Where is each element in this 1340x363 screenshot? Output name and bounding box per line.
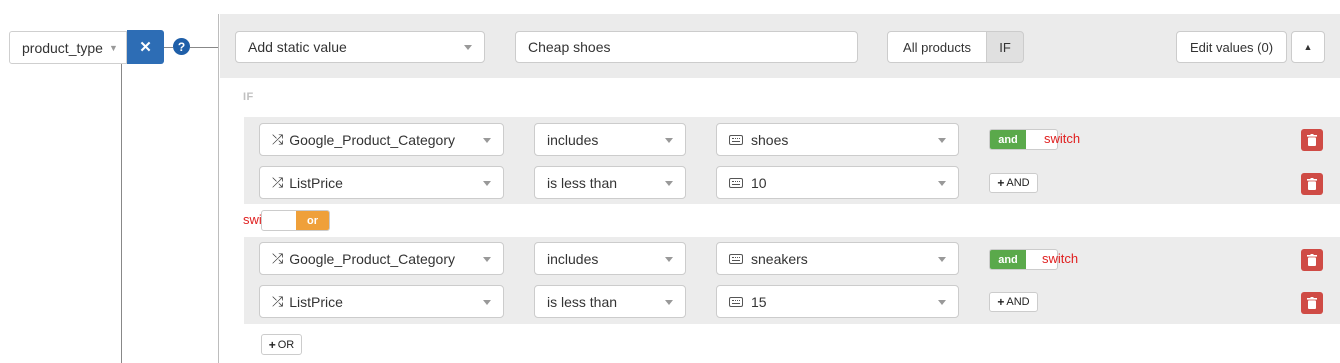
delete-condition-button[interactable]: [1301, 249, 1323, 271]
caret-down-icon: [483, 137, 491, 143]
shuffle-icon: ⤮: [272, 250, 284, 266]
condition-operator-value: includes: [547, 250, 599, 267]
caret-down-icon: [483, 256, 491, 262]
condition-value-select[interactable]: shoes: [716, 123, 959, 156]
caret-down-icon: [665, 137, 673, 143]
condition-operator-select[interactable]: includes: [534, 123, 686, 156]
shuffle-icon: ⤮: [272, 131, 284, 147]
scope-all-label: All products: [903, 39, 971, 55]
condition-value-select[interactable]: 15: [716, 285, 959, 318]
trash-icon: [1307, 297, 1317, 309]
tree-line-connector: [190, 47, 218, 48]
keyboard-icon: [729, 296, 743, 307]
condition-field-select[interactable]: ⤮ ListPrice: [259, 166, 504, 199]
rule-frame-border: [218, 14, 219, 363]
condition-operator-select[interactable]: is less than: [534, 285, 686, 318]
scope-if-button[interactable]: IF: [986, 31, 1024, 63]
caret-down-icon: [665, 256, 673, 262]
caret-down-icon: [483, 180, 491, 186]
plus-icon: +: [268, 337, 276, 352]
tree-line-vertical: [121, 64, 122, 363]
conditions-title: IF: [243, 91, 254, 103]
condition-value-select[interactable]: sneakers: [716, 242, 959, 275]
condition-field-value: ListPrice: [289, 293, 343, 310]
condition-field-value: Google_Product_Category: [289, 250, 455, 267]
add-and-label: AND: [1006, 177, 1030, 189]
delete-condition-button[interactable]: [1301, 173, 1323, 195]
caret-down-icon: [464, 45, 472, 50]
edit-values-button[interactable]: Edit values (0): [1176, 31, 1287, 63]
shuffle-icon: ⤮: [272, 293, 284, 309]
add-or-button[interactable]: + OR: [261, 334, 302, 355]
static-value-input[interactable]: Cheap shoes: [515, 31, 858, 63]
condition-field-select[interactable]: ⤮ Google_Product_Category: [259, 123, 504, 156]
add-or-label: OR: [277, 338, 295, 351]
trash-icon: [1307, 178, 1317, 190]
condition-operator-value: is less than: [547, 174, 618, 191]
caret-down-icon: [938, 180, 946, 186]
keyboard-icon: [729, 177, 743, 188]
collapse-button[interactable]: ▲: [1291, 31, 1325, 63]
condition-operator-select[interactable]: is less than: [534, 166, 686, 199]
condition-value-text: 15: [751, 293, 767, 310]
plus-icon: +: [997, 295, 1005, 309]
keyboard-icon: [729, 134, 743, 145]
close-icon: ✕: [139, 39, 152, 56]
scope-all-products-button[interactable]: All products: [887, 31, 987, 63]
condition-value-select[interactable]: 10: [716, 166, 959, 199]
caret-down-icon: [665, 299, 673, 305]
attribute-label: product_type: [22, 39, 103, 56]
trash-icon: [1307, 254, 1317, 266]
add-and-button[interactable]: + AND: [989, 292, 1038, 312]
condition-operator-select[interactable]: includes: [534, 242, 686, 275]
caret-down-icon: [938, 299, 946, 305]
caret-down-icon: [483, 299, 491, 305]
mode-select[interactable]: Add static value: [235, 31, 485, 63]
toggle-and-label: and: [990, 250, 1026, 269]
keyboard-icon: [729, 253, 743, 264]
condition-field-value: Google_Product_Category: [289, 131, 455, 148]
add-and-button[interactable]: + AND: [989, 173, 1038, 193]
caret-down-icon: [938, 256, 946, 262]
edit-values-label: Edit values (0): [1189, 39, 1274, 55]
caret-down-icon: [665, 180, 673, 186]
delete-condition-button[interactable]: [1301, 292, 1323, 314]
attribute-select[interactable]: product_type ▼: [9, 31, 127, 64]
plus-icon: +: [997, 176, 1005, 190]
toggle-and-slot: [262, 211, 296, 230]
condition-field-select[interactable]: ⤮ ListPrice: [259, 285, 504, 318]
mode-select-value: Add static value: [248, 39, 347, 55]
scope-if-label: IF: [999, 39, 1011, 55]
toggle-or-label: or: [295, 211, 329, 230]
delete-condition-button[interactable]: [1301, 129, 1323, 151]
and-or-toggle[interactable]: or: [261, 210, 330, 231]
toggle-and-label: and: [990, 130, 1026, 149]
condition-value-text: sneakers: [751, 250, 808, 267]
remove-attribute-button[interactable]: ✕: [127, 30, 164, 64]
shuffle-icon: ⤮: [272, 174, 284, 190]
switch-annotation: switch: [1042, 251, 1079, 266]
condition-value-text: 10: [751, 174, 767, 191]
condition-value-text: shoes: [751, 131, 789, 148]
condition-operator-value: includes: [547, 131, 599, 148]
switch-annotation: switch: [1044, 131, 1081, 146]
tree-line-connector: [164, 47, 173, 48]
chevron-up-icon: ▲: [1303, 42, 1313, 52]
condition-operator-value: is less than: [547, 293, 618, 310]
trash-icon: [1307, 134, 1317, 146]
add-and-label: AND: [1006, 296, 1030, 308]
caret-down-icon: [938, 137, 946, 143]
help-icon[interactable]: ?: [173, 38, 190, 55]
condition-field-select[interactable]: ⤮ Google_Product_Category: [259, 242, 504, 275]
caret-down-icon: ▼: [108, 42, 118, 53]
condition-field-value: ListPrice: [289, 174, 343, 191]
static-value-text: Cheap shoes: [528, 39, 611, 55]
